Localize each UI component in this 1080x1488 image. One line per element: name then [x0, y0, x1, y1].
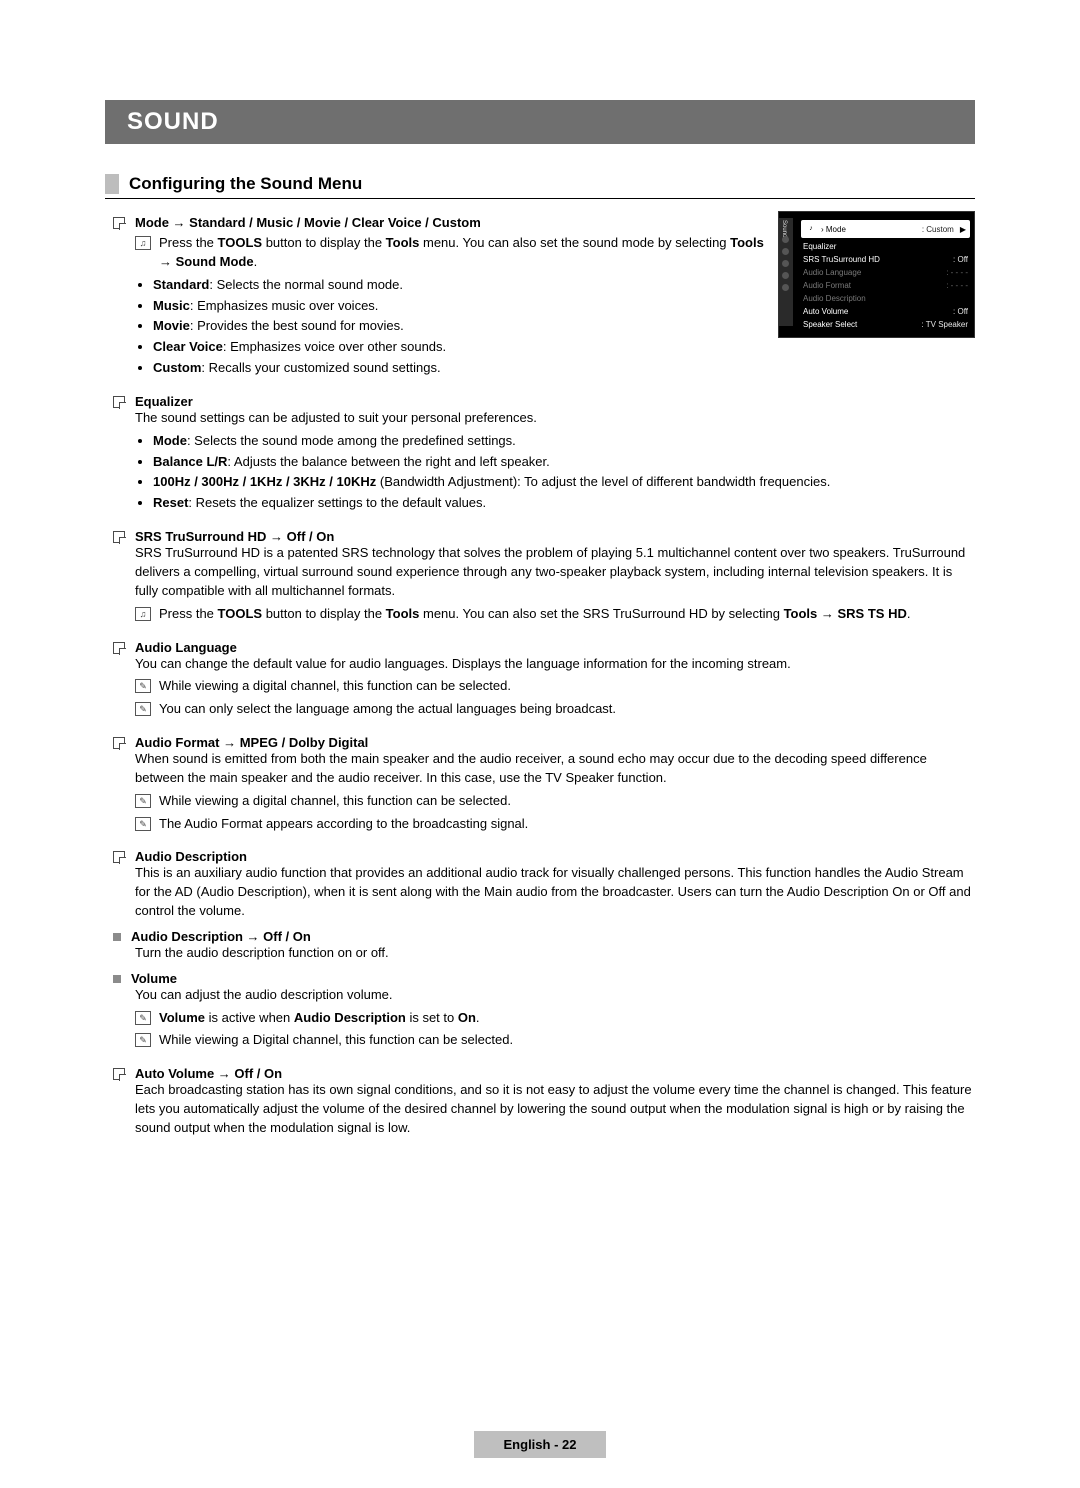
tools-icon	[135, 607, 151, 621]
volume-body: You can adjust the audio description vol…	[135, 986, 975, 1005]
tv-menu-value: : TV Speaker	[921, 320, 968, 329]
tv-menu-value: : Custom	[922, 225, 954, 234]
auto-volume-body: Each broadcasting station has its own si…	[135, 1081, 975, 1138]
note-icon	[135, 1033, 151, 1047]
sub-bullet-icon	[113, 975, 121, 983]
volume-note2: While viewing a Digital channel, this fu…	[159, 1031, 513, 1050]
tv-menu-value: : - - - -	[946, 281, 968, 290]
list-item: Mode: Selects the sound mode among the p…	[153, 432, 975, 451]
speaker-icon: ♪	[805, 223, 817, 235]
tv-sidebar-icons	[782, 236, 789, 296]
tv-menu-label: Auto Volume	[803, 307, 953, 316]
tv-menu-label: › Mode	[821, 225, 922, 234]
bullet-icon	[113, 1068, 125, 1080]
audio-format-heading: Audio Format → MPEG / Dolby Digital	[135, 735, 368, 750]
tools-icon	[135, 236, 151, 250]
auto-volume-heading: Auto Volume → Off / On	[135, 1066, 282, 1081]
tv-menu-label: Audio Language	[803, 268, 946, 277]
tv-menu-preview: Sound ♪ › Mode: Custom ▶ Equalizer SRS TruSu…	[778, 211, 975, 338]
section-marker	[105, 174, 119, 194]
tv-menu-row: Equalizer	[797, 240, 974, 253]
note-icon	[135, 817, 151, 831]
audio-format-note1: While viewing a digital channel, this fu…	[159, 792, 511, 811]
audio-description-onoff-heading: Audio Description → Off / On	[131, 929, 311, 944]
tv-menu-label: Audio Description	[803, 294, 968, 303]
note-icon	[135, 1011, 151, 1025]
srs-heading: SRS TruSurround HD → Off / On	[135, 529, 334, 544]
bullet-icon	[113, 851, 125, 863]
tv-menu-row: Audio Description	[797, 292, 974, 305]
list-item: Clear Voice: Emphasizes voice over other…	[153, 338, 975, 357]
tv-menu-label: Audio Format	[803, 281, 946, 290]
tv-menu-row: ♪ › Mode: Custom ▶	[801, 220, 970, 238]
equalizer-heading: Equalizer	[135, 394, 193, 409]
bullet-icon	[113, 396, 125, 408]
list-item: 100Hz / 300Hz / 1KHz / 3KHz / 10KHz (Ban…	[153, 473, 975, 492]
tv-menu-row: Speaker Select: TV Speaker	[797, 318, 974, 331]
chapter-title: SOUND	[105, 100, 975, 144]
chevron-right-icon: ▶	[960, 225, 966, 234]
equalizer-intro: The sound settings can be adjusted to su…	[135, 409, 975, 428]
tv-menu-row: Audio Language: - - - -	[797, 266, 974, 279]
srs-tools-note: Press the TOOLS button to display the To…	[159, 605, 910, 624]
tv-menu-value: : Off	[953, 255, 968, 264]
audio-language-body: You can change the default value for aud…	[135, 655, 975, 674]
audio-language-heading: Audio Language	[135, 640, 237, 655]
page-footer: English - 22	[0, 1431, 1080, 1458]
tv-menu-label: Equalizer	[803, 242, 968, 251]
tv-menu-row: Audio Format: - - - -	[797, 279, 974, 292]
tv-menu-value: : - - - -	[946, 268, 968, 277]
tv-menu-row: Auto Volume: Off	[797, 305, 974, 318]
audio-description-body: This is an auxiliary audio function that…	[135, 864, 975, 921]
tv-menu-row: SRS TruSurround HD: Off	[797, 253, 974, 266]
note-icon	[135, 702, 151, 716]
audio-description-heading: Audio Description	[135, 849, 247, 864]
volume-note1: Volume is active when Audio Description …	[159, 1009, 480, 1028]
list-item: Custom: Recalls your customized sound se…	[153, 359, 975, 378]
bullet-icon	[113, 737, 125, 749]
bullet-icon	[113, 531, 125, 543]
audio-format-note2: The Audio Format appears according to th…	[159, 815, 528, 834]
mode-heading: Mode → Standard / Music / Movie / Clear …	[135, 215, 481, 230]
tv-sidebar: Sound	[779, 218, 793, 326]
list-item: Reset: Resets the equalizer settings to …	[153, 494, 975, 513]
note-icon	[135, 679, 151, 693]
note-icon	[135, 794, 151, 808]
tv-menu-label: Speaker Select	[803, 320, 921, 329]
sub-bullet-icon	[113, 933, 121, 941]
srs-body: SRS TruSurround HD is a patented SRS tec…	[135, 544, 975, 601]
volume-heading: Volume	[131, 971, 177, 986]
tv-menu-value: : Off	[953, 307, 968, 316]
section-title: Configuring the Sound Menu	[129, 174, 362, 194]
tv-sidebar-label: Sound	[779, 218, 787, 237]
audio-language-note2: You can only select the language among t…	[159, 700, 616, 719]
audio-language-note1: While viewing a digital channel, this fu…	[159, 677, 511, 696]
audio-description-onoff-body: Turn the audio description function on o…	[135, 944, 975, 963]
list-item: Balance L/R: Adjusts the balance between…	[153, 453, 975, 472]
bullet-icon	[113, 642, 125, 654]
bullet-icon	[113, 217, 125, 229]
audio-format-body: When sound is emitted from both the main…	[135, 750, 975, 788]
equalizer-list: Mode: Selects the sound mode among the p…	[135, 432, 975, 513]
section-underline	[105, 198, 975, 199]
mode-tools-note: Press the TOOLS button to display the To…	[159, 234, 768, 272]
tv-menu-label: SRS TruSurround HD	[803, 255, 953, 264]
